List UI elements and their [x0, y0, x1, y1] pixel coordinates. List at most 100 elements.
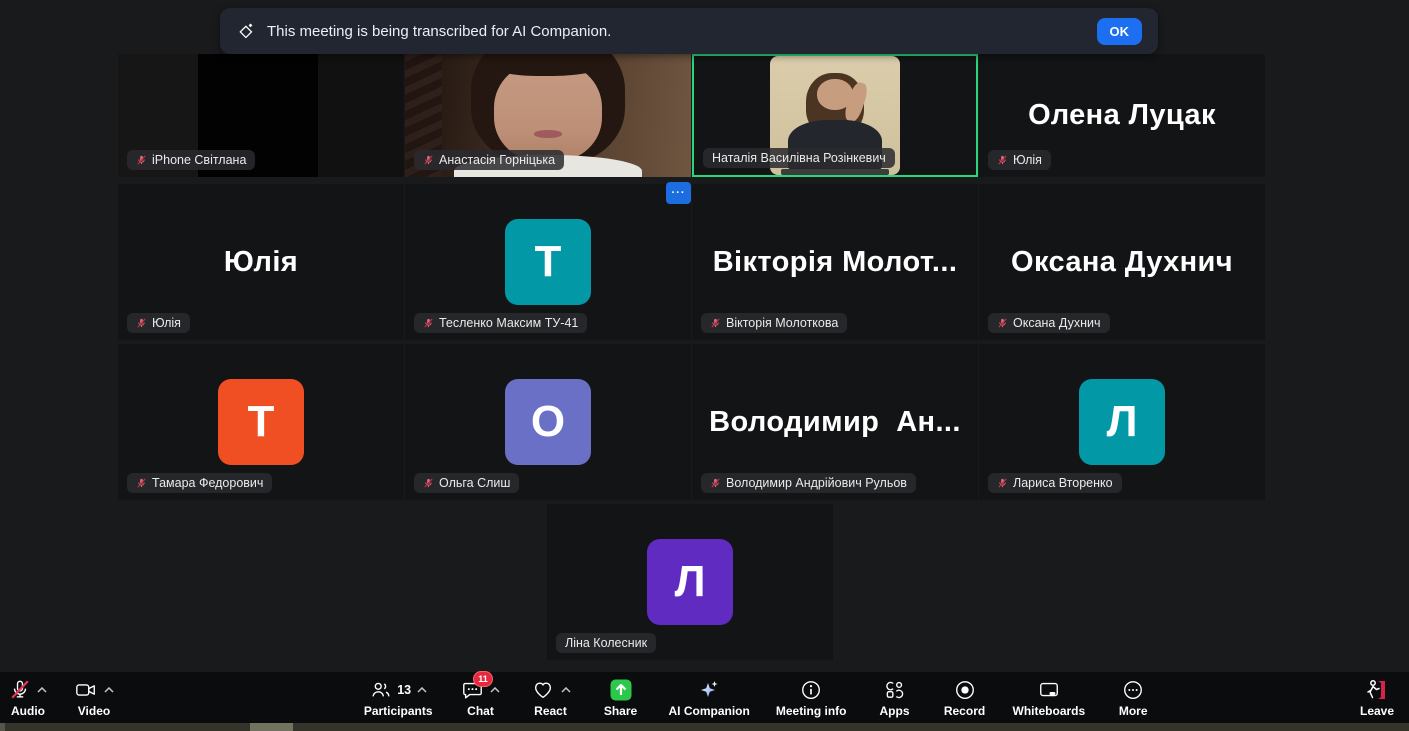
participant-name: Вікторія Молоткова [726, 316, 839, 330]
participant-name-pill: Оксана Духнич [988, 313, 1110, 333]
leave-label: Leave [1359, 704, 1395, 718]
video-button[interactable]: Video [72, 672, 116, 723]
muted-mic-icon [424, 478, 433, 488]
participant-name: Лариса Вторенко [1013, 476, 1113, 490]
apps-label: Apps [879, 704, 910, 718]
chat-button[interactable]: 11 Chat [459, 671, 503, 723]
participant-name: Наталія Василівна Розінкевич [712, 151, 886, 165]
participant-name: Тамара Федорович [152, 476, 264, 490]
ai-companion-label: AI Companion [668, 704, 750, 718]
whiteboards-label: Whiteboards [1012, 704, 1086, 718]
muted-mic-icon [711, 318, 720, 328]
muted-mic-icon [711, 478, 720, 488]
participant-name-pill: Вікторія Молоткова [701, 313, 848, 333]
meeting-info-button[interactable]: Meeting info [776, 672, 847, 723]
muted-mic-icon [137, 155, 146, 165]
chat-unread-badge: 11 [473, 671, 494, 687]
share-screen-icon [610, 679, 632, 701]
participants-label: Participants [363, 704, 433, 718]
participant-name-pill: Лариса Вторенко [988, 473, 1122, 493]
muted-mic-icon [137, 478, 146, 488]
chevron-up-icon[interactable] [37, 687, 47, 693]
video-label: Video [77, 704, 111, 718]
record-icon [955, 681, 974, 699]
participant-tile[interactable]: Вікторія Молот... Вікторія Молоткова [692, 184, 978, 340]
participant-name: iPhone Світлана [152, 153, 247, 167]
participant-name-pill: Анастасія Горніцька [414, 150, 565, 170]
tile-more-options-button[interactable]: ··· [666, 182, 691, 204]
participant-tile[interactable]: Володимир Ан... Володимир Андрійович Рул… [692, 344, 978, 500]
chat-label: Chat [467, 704, 494, 718]
chevron-up-icon[interactable] [104, 687, 114, 693]
participant-tile-active-speaker[interactable]: Наталія Василівна Розінкевич [692, 54, 978, 177]
participants-button[interactable]: 13 Participants [364, 672, 433, 723]
participant-name-pill: Наталія Василівна Розінкевич [703, 148, 895, 168]
muted-mic-icon [11, 680, 29, 699]
participants-icon [372, 682, 390, 697]
record-label: Record [943, 704, 986, 718]
ai-companion-button[interactable]: AI Companion [669, 672, 750, 723]
participant-name: Юлія [152, 316, 181, 330]
share-label: Share [603, 704, 638, 718]
participant-name-pill: Юлія [988, 150, 1051, 170]
leave-meeting-icon [1367, 680, 1385, 699]
participant-name: Володимир Андрійович Рульов [726, 476, 907, 490]
participant-tile[interactable]: Л Лариса Вторенко [979, 344, 1265, 500]
participant-name-pill: Юлія [127, 313, 190, 333]
meeting-toolbar: Audio Video 13 Participants 11 Chat Reac… [0, 671, 1409, 723]
record-button[interactable]: Record [943, 672, 987, 723]
participant-name: Ліна Колесник [565, 636, 648, 650]
participant-avatar: Л [1079, 379, 1165, 465]
participant-name-pill: iPhone Світлана [127, 150, 256, 170]
heart-icon [534, 682, 551, 699]
participant-name-pill: Тамара Федорович [127, 473, 273, 493]
ok-button[interactable]: OK [1096, 17, 1142, 45]
participant-tile[interactable]: Т Тамара Федорович [118, 344, 404, 500]
whiteboards-button[interactable]: Whiteboards [1012, 672, 1086, 723]
participant-name: Тесленко Максим ТУ-41 [439, 316, 579, 330]
participant-avatar: Т [505, 219, 591, 305]
share-button[interactable]: Share [599, 672, 643, 723]
banner-message: This meeting is being transcribed for AI… [267, 22, 612, 40]
participant-tile[interactable]: iPhone Світлана [118, 54, 404, 177]
background-window-strip [0, 723, 1409, 731]
chevron-up-icon[interactable] [490, 687, 500, 693]
meeting-info-label: Meeting info [775, 704, 847, 718]
muted-mic-icon [998, 318, 1007, 328]
audio-label: Audio [11, 704, 45, 718]
participant-tile[interactable]: Т Тесленко Максим ТУ-41 [405, 184, 691, 340]
muted-mic-icon [137, 318, 146, 328]
transcription-banner: This meeting is being transcribed for AI… [220, 8, 1158, 54]
apps-button[interactable]: Apps [873, 672, 917, 723]
muted-mic-icon [998, 155, 1007, 165]
react-button[interactable]: React [529, 672, 573, 723]
ai-sparkle-icon [239, 23, 253, 38]
participant-name-pill: Володимир Андрійович Рульов [701, 473, 916, 493]
muted-mic-icon [424, 155, 433, 165]
participant-name-pill: Ольга Слиш [414, 473, 520, 493]
more-icon [1124, 681, 1143, 699]
leave-button[interactable]: Leave [1355, 672, 1399, 723]
participant-name: Юлія [1013, 153, 1042, 167]
audio-button[interactable]: Audio [6, 672, 50, 723]
more-label: More [1118, 704, 1148, 718]
participant-tile[interactable]: Олена Луцак Юлія [979, 54, 1265, 177]
muted-mic-icon [424, 318, 433, 328]
participant-tile[interactable]: Оксана Духнич Оксана Духнич [979, 184, 1265, 340]
participant-tile[interactable]: Л Ліна Колесник [547, 504, 833, 660]
react-label: React [534, 704, 567, 718]
participant-tile[interactable]: О Ольга Слиш [405, 344, 691, 500]
participant-name: Ольга Слиш [439, 476, 511, 490]
more-button[interactable]: More [1111, 672, 1155, 723]
participant-avatar: Т [218, 379, 304, 465]
muted-mic-icon [998, 478, 1007, 488]
apps-icon [886, 681, 904, 699]
participant-tile[interactable]: Юлія Юлія [118, 184, 404, 340]
participants-count: 13 [397, 683, 412, 697]
chevron-up-icon[interactable] [417, 687, 427, 693]
participant-tile[interactable]: Анастасія Горніцька [405, 54, 691, 177]
whiteboard-icon [1039, 682, 1058, 697]
participant-avatar: О [505, 379, 591, 465]
chevron-up-icon[interactable] [560, 687, 571, 693]
participant-name: Анастасія Горніцька [439, 153, 556, 167]
